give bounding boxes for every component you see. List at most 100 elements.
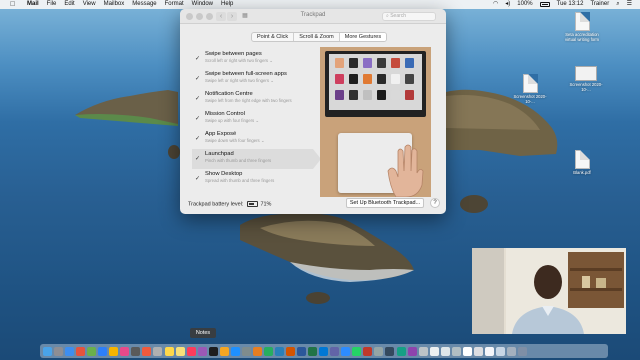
battery-icon[interactable] xyxy=(539,2,550,7)
wifi-icon[interactable]: ◠ xyxy=(493,0,498,9)
desktop-file-seta-form[interactable]: Seta accreditation virtual writing form xyxy=(562,12,602,42)
numbers-icon[interactable] xyxy=(263,346,273,356)
menu-help[interactable]: Help xyxy=(221,0,233,9)
gesture-mission-control[interactable]: ✓ Mission Control Swipe up with four fin… xyxy=(192,109,313,129)
app-icon[interactable] xyxy=(363,346,373,356)
menu-window[interactable]: Window xyxy=(192,0,213,9)
tv-icon[interactable] xyxy=(208,346,218,356)
gesture-subtitle[interactable]: Swipe down with four fingers ⌄ xyxy=(205,138,313,144)
menu-message[interactable]: Message xyxy=(132,0,156,9)
menu-edit[interactable]: Edit xyxy=(64,0,74,9)
menu-file[interactable]: File xyxy=(47,0,57,9)
hand-icon xyxy=(387,144,424,197)
checkbox-checked-icon[interactable]: ✓ xyxy=(195,55,200,62)
reminders-icon[interactable] xyxy=(164,346,174,356)
user-name[interactable]: Trainer xyxy=(590,0,609,9)
control-list-icon[interactable]: ☰ xyxy=(627,0,632,9)
spotlight-icon[interactable]: ⌕ xyxy=(616,0,619,9)
webcam-overlay xyxy=(472,248,626,334)
downloads-stack-icon[interactable] xyxy=(506,346,516,356)
maps-icon[interactable] xyxy=(109,346,119,356)
window-thumbnail-icon[interactable] xyxy=(440,346,450,356)
menu-view[interactable]: View xyxy=(83,0,96,9)
gesture-notification-centre[interactable]: ✓ Notification Centre Swipe left from th… xyxy=(192,89,313,109)
checkbox-checked-icon[interactable]: ✓ xyxy=(195,135,200,142)
gesture-subtitle: Spread with thumb and three fingers xyxy=(205,178,275,183)
pages-icon[interactable] xyxy=(252,346,262,356)
finder-icon[interactable] xyxy=(43,346,52,356)
tab-bar: Point & Click Scroll & Zoom More Gesture… xyxy=(251,32,388,42)
setup-bluetooth-trackpad-button[interactable]: Set Up Bluetooth Trackpad... xyxy=(346,198,424,208)
trash-icon[interactable] xyxy=(518,346,528,356)
gesture-subtitle[interactable]: Swipe left or right with two fingers ⌄ xyxy=(205,78,313,84)
podcasts-icon[interactable] xyxy=(197,346,207,356)
messages-icon[interactable] xyxy=(87,346,97,356)
outlook-icon[interactable] xyxy=(319,346,329,356)
checkbox-checked-icon[interactable]: ✓ xyxy=(195,115,200,122)
gesture-launchpad[interactable]: ✓ Launchpad Pinch with thumb and three f… xyxy=(192,149,321,169)
window-thumbnail-icon[interactable] xyxy=(462,346,472,356)
window-titlebar[interactable]: ‹ › ▦ Trackpad ⌕ Search xyxy=(180,9,446,24)
search-input[interactable]: ⌕ Search xyxy=(382,12,436,21)
teams-icon[interactable] xyxy=(330,346,340,356)
terminal-icon[interactable] xyxy=(385,346,395,356)
desktop-file-screenshot-2[interactable]: Screenshot 2020-10-... xyxy=(566,66,606,92)
word-icon[interactable] xyxy=(297,346,307,356)
photos-icon[interactable] xyxy=(120,346,130,356)
window-thumbnail-icon[interactable] xyxy=(495,346,505,356)
gesture-swipe-fullscreen-apps[interactable]: ✓ Swipe between full-screen apps Swipe l… xyxy=(192,69,313,89)
presenter-video-illustration xyxy=(472,248,626,334)
music-icon[interactable] xyxy=(186,346,196,356)
battery-icon xyxy=(247,201,259,207)
mail-icon[interactable] xyxy=(98,346,108,356)
volume-icon[interactable]: ◂) xyxy=(505,0,510,9)
checkbox-checked-icon[interactable]: ✓ xyxy=(195,175,200,182)
checkbox-checked-icon[interactable]: ✓ xyxy=(195,95,200,102)
gesture-show-desktop[interactable]: ✓ Show Desktop Spread with thumb and thr… xyxy=(192,169,313,189)
menu-mailbox[interactable]: Mailbox xyxy=(104,0,125,9)
clock[interactable]: Tue 13:12 xyxy=(557,0,584,9)
help-button[interactable]: ? xyxy=(430,198,440,208)
menu-format[interactable]: Format xyxy=(165,0,184,9)
notes-icon[interactable] xyxy=(175,346,185,356)
window-thumbnail-icon[interactable] xyxy=(451,346,461,356)
gesture-swipe-pages[interactable]: ✓ Swipe between pages Scroll left or rig… xyxy=(192,49,313,69)
safari-icon[interactable] xyxy=(65,346,75,356)
gesture-title: Swipe between pages xyxy=(205,51,262,57)
tab-scroll-zoom[interactable]: Scroll & Zoom xyxy=(294,33,340,41)
zoom-icon[interactable] xyxy=(341,346,351,356)
checkbox-checked-icon[interactable]: ✓ xyxy=(195,155,200,162)
chrome-icon[interactable] xyxy=(76,346,86,356)
app-icon[interactable] xyxy=(396,346,406,356)
powerpoint-icon[interactable] xyxy=(286,346,296,356)
system-preferences-icon[interactable] xyxy=(241,346,251,356)
window-thumbnail-icon[interactable] xyxy=(484,346,494,356)
gesture-subtitle[interactable]: Swipe up with four fingers ⌄ xyxy=(205,118,313,124)
gesture-subtitle[interactable]: Scroll left or right with two fingers ⌄ xyxy=(205,58,313,64)
tab-more-gestures[interactable]: More Gestures xyxy=(339,33,387,41)
app-store-icon[interactable] xyxy=(230,346,240,356)
books-icon[interactable] xyxy=(219,346,229,356)
window-thumbnail-icon[interactable] xyxy=(429,346,439,356)
menu-app-name[interactable]: Mail xyxy=(27,0,39,9)
keynote-icon[interactable] xyxy=(274,346,284,356)
preview-icon[interactable] xyxy=(374,346,384,356)
tab-point-click[interactable]: Point & Click xyxy=(252,33,295,41)
desktop-file-blank-pdf[interactable]: Blank.pdf xyxy=(562,150,602,175)
battery-percent[interactable]: 100% xyxy=(517,0,532,9)
desktop-file-screenshot-1[interactable]: Screenshot 2020-10-... xyxy=(510,74,550,104)
gesture-app-expose[interactable]: ✓ App Exposé Swipe down with four finger… xyxy=(192,129,313,149)
facetime-icon[interactable] xyxy=(131,346,141,356)
window-thumbnail-icon[interactable] xyxy=(418,346,428,356)
window-thumbnail-icon[interactable] xyxy=(473,346,483,356)
apple-icon[interactable]:  xyxy=(10,1,17,8)
app-icon[interactable] xyxy=(407,346,417,356)
contacts-icon[interactable] xyxy=(153,346,163,356)
file-label: Screenshot 2020-10-... xyxy=(513,94,547,104)
search-placeholder: Search xyxy=(390,13,407,19)
checkbox-checked-icon[interactable]: ✓ xyxy=(195,75,200,82)
calendar-icon[interactable] xyxy=(142,346,152,356)
excel-icon[interactable] xyxy=(308,346,318,356)
launchpad-icon[interactable] xyxy=(54,346,64,356)
whatsapp-icon[interactable] xyxy=(352,346,362,356)
